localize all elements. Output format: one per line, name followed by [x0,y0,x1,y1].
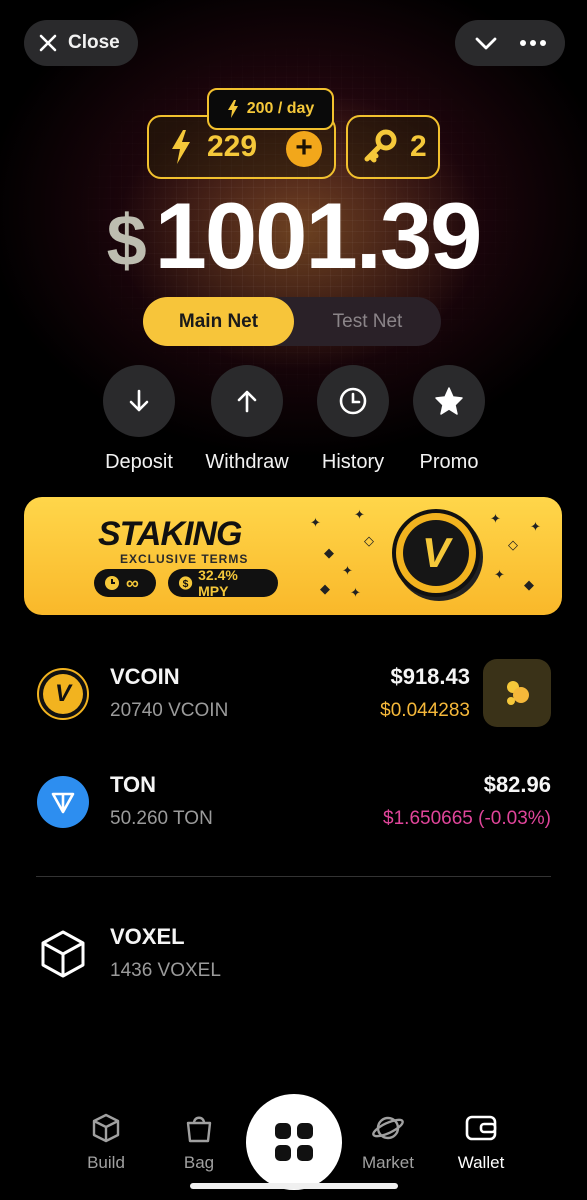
sparkle-icon: ✦ [342,563,353,578]
ton-icon [37,776,89,828]
staking-banner[interactable]: STAKING EXCLUSIVE TERMS ∞ $ 32.4% MPY ✦ … [24,497,562,615]
nav-label: Market [362,1153,414,1172]
nav-home-grid[interactable] [246,1094,342,1190]
planet-icon [372,1116,404,1140]
keys-counter[interactable]: 2 [346,115,440,179]
sparkle-icon: ◆ [320,581,330,596]
sparkle-icon: ◇ [364,533,374,548]
asset-quantity: 1436 VOXEL [110,960,221,981]
asset-price: $1.650665 (-0.03%) [383,808,551,829]
asset-name: TON [110,772,157,797]
more-icon[interactable] [519,39,547,47]
nav-label: Bag [183,1153,215,1172]
sparkle-icon: ✦ [350,585,361,600]
nav-wallet[interactable]: Wallet [441,1112,521,1173]
vcoin-coin-graphic: V [392,509,480,597]
withdraw-button[interactable]: Withdraw [192,365,302,474]
clock-icon [339,387,367,415]
asset-usd-value: $82.96 [483,772,551,797]
asset-price: $0.044283 [380,700,470,721]
sparkle-icon: ✦ [530,519,541,534]
bag-icon [186,1116,212,1143]
asset-quantity: 20740 VCOIN [110,700,229,721]
nav-bag[interactable]: Bag [159,1112,239,1173]
wallet-icon [465,1115,497,1141]
dollar-icon: $ [178,576,193,590]
test-net-tab[interactable]: Test Net [294,297,441,346]
banner-title: STAKING [98,515,242,553]
sparkle-icon: ◆ [524,577,534,592]
energy-rate: 200 / day [246,100,315,117]
star-icon [435,387,463,415]
history-button[interactable]: History [298,365,408,474]
asset-name: VCOIN [110,664,180,689]
asset-name: VOXEL [110,924,185,949]
grid-icon [275,1123,313,1161]
close-label: Close [68,32,120,53]
nav-label: Build [87,1153,125,1172]
balance-currency: $ [106,201,147,281]
withdraw-label: Withdraw [205,451,289,473]
sparkle-icon: ✦ [494,567,505,582]
coin-letter: V [403,520,469,586]
voxel-cube-icon [41,930,85,978]
arrow-down-icon [129,389,149,412]
rate-chip: $ 32.4% MPY [168,567,278,599]
asset-row-voxel[interactable]: VOXEL 1436 VOXEL [0,916,587,996]
arrow-up-icon [237,390,257,413]
energy-rate-badge: 200 / day [207,88,334,130]
sparkle-icon: ✦ [490,511,501,526]
nav-build[interactable]: Build [66,1112,146,1173]
sparkle-icon: ✦ [310,515,321,530]
promo-label: Promo [419,451,479,473]
add-energy-button[interactable]: + [286,131,322,167]
network-toggle: Main Net Test Net [143,297,441,346]
home-indicator [190,1183,398,1189]
key-icon [364,129,397,163]
sparkle-icon: ✦ [354,507,365,522]
energy-value: 229 [207,130,258,163]
keys-value: 2 [410,130,427,163]
deposit-button[interactable]: Deposit [84,365,194,474]
nav-market[interactable]: Market [348,1112,428,1173]
cube-icon [92,1113,120,1143]
chevron-down-icon[interactable] [473,30,499,56]
duration-value: ∞ [126,572,139,593]
lightning-icon [227,100,238,118]
duration-chip: ∞ [94,569,156,597]
asset-row-ton[interactable]: TON 50.260 TON $82.96 $1.650665 (-0.03%) [0,764,587,844]
sparkle-icon: ◇ [508,537,518,552]
balance-amount: 1001.39 [154,183,483,288]
nav-label: Wallet [457,1153,505,1172]
window-menu [455,20,565,66]
deposit-label: Deposit [105,451,173,473]
history-label: History [321,451,385,473]
coins-icon [507,681,529,705]
close-button[interactable]: Close [24,20,138,66]
vcoin-swap-button[interactable] [483,659,551,727]
asset-usd-value: $918.43 [390,664,470,689]
rate-value: 32.4% MPY [198,567,238,599]
lightning-icon [172,130,190,164]
banner-subtitle: EXCLUSIVE TERMS [120,552,249,566]
total-balance: $1001.39 [0,182,587,290]
sparkle-icon: ◆ [324,545,334,560]
close-icon [39,34,57,52]
vcoin-icon: V [37,668,89,720]
asset-row-vcoin[interactable]: V VCOIN 20740 VCOIN $918.43 $0.044283 [0,656,587,736]
main-net-tab[interactable]: Main Net [143,297,294,346]
divider [36,876,551,877]
asset-quantity: 50.260 TON [110,808,213,829]
timer-icon [105,576,119,590]
svg-text:$: $ [183,579,189,590]
promo-button[interactable]: Promo [394,365,504,474]
